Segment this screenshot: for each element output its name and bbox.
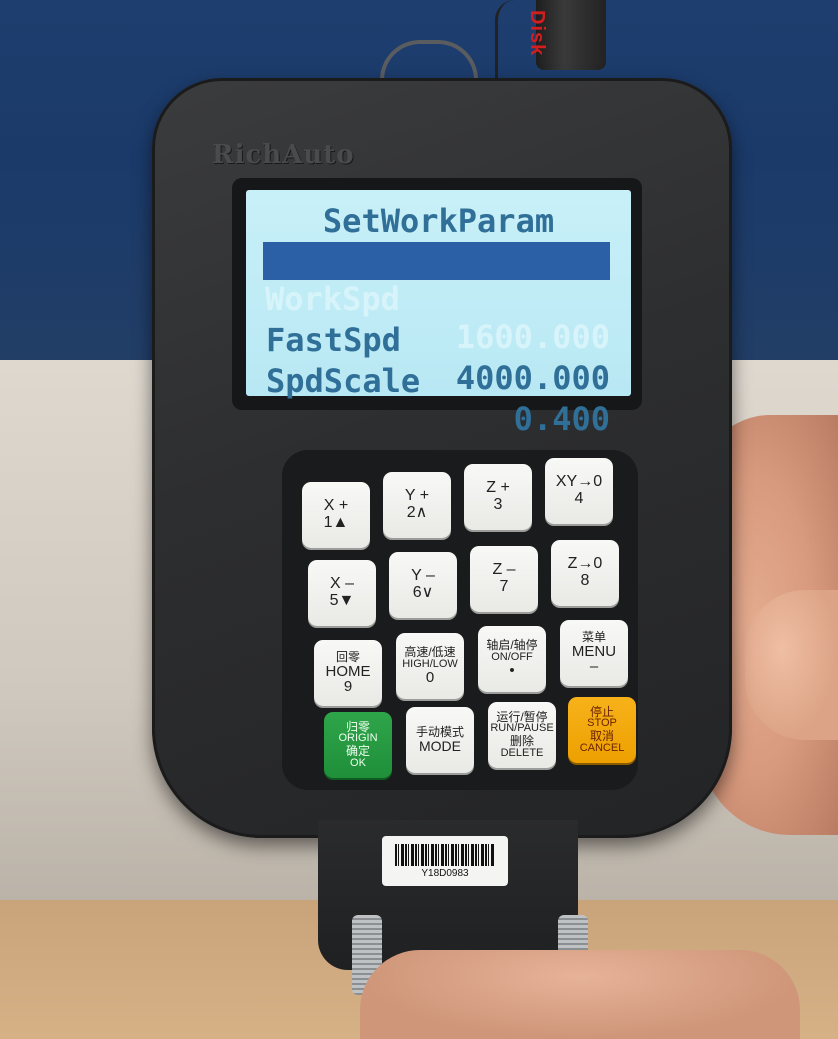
high-low-key[interactable]: 高速/低速 HIGH/LOW 0 xyxy=(396,633,464,699)
z-zero-key[interactable]: Z→0 8 xyxy=(551,540,619,606)
key-label: Y – xyxy=(411,567,435,585)
key-label: 确定 xyxy=(345,744,370,758)
key-label: 7 xyxy=(499,578,509,595)
key-label: X + xyxy=(323,497,349,515)
key-label: HOME xyxy=(325,662,371,680)
usb-label: Disk xyxy=(526,10,548,57)
brand-logo: RichAuto xyxy=(212,140,355,170)
lcd-row-value: 0.400 xyxy=(513,400,610,438)
mode-key[interactable]: 手动模式 MODE xyxy=(406,707,474,773)
key-label: XY→0 xyxy=(555,473,603,491)
key-label: 8 xyxy=(580,572,590,589)
key-label: 3 xyxy=(493,496,503,513)
on-off-key[interactable]: 轴启/轴停 ON/OFF • xyxy=(478,626,546,692)
key-label: 菜单 xyxy=(581,629,606,644)
lcd-title: SetWorkParam xyxy=(322,202,555,240)
barcode-sticker: Y18D0983 xyxy=(382,836,508,886)
stop-cancel-key[interactable]: 停止 STOP 取消 CANCEL xyxy=(568,697,636,763)
key-label: 取消 xyxy=(589,729,614,743)
home-key[interactable]: 回零 HOME 9 xyxy=(314,640,382,706)
key-label: 5▼ xyxy=(329,592,355,609)
key-label: Z – xyxy=(492,561,516,579)
run-pause-delete-key[interactable]: 运行/暂停 RUN/PAUSE 删除 DELETE xyxy=(488,702,556,768)
key-label: Z + xyxy=(486,479,510,497)
key-label: MODE xyxy=(419,737,461,754)
barcode-text: Y18D0983 xyxy=(421,868,469,879)
key-label: 回零 xyxy=(335,649,360,664)
lcd-row-label: SpdScale xyxy=(266,362,421,400)
x-plus-key[interactable]: X + 1▲ xyxy=(302,482,370,548)
menu-key[interactable]: 菜单 MENU – xyxy=(560,620,628,686)
key-label: Y + xyxy=(404,487,430,505)
key-label: 6∨ xyxy=(412,584,434,601)
key-label: OK xyxy=(350,756,366,769)
z-plus-key[interactable]: Z + 3 xyxy=(464,464,532,530)
x-minus-key[interactable]: X – 5▼ xyxy=(308,560,376,626)
lcd-row-spdscale: SpdScale 0.400 xyxy=(264,324,610,438)
key-label: – xyxy=(589,658,599,676)
key-label: 9 xyxy=(343,678,353,696)
barcode-bars xyxy=(395,844,495,866)
lcd-screen: SetWorkParam WorkSpd 1600.000 FastSpd 40… xyxy=(246,190,631,438)
key-label: CANCEL xyxy=(579,741,625,754)
usb-cable xyxy=(495,0,528,90)
key-label: Z→0 xyxy=(567,555,603,573)
key-label: MENU xyxy=(571,642,617,660)
y-plus-key[interactable]: Y + 2∧ xyxy=(383,472,451,538)
key-label: 2∧ xyxy=(406,504,428,521)
key-label: 4 xyxy=(574,490,584,507)
lcd-row-workspd: WorkSpd 1600.000 xyxy=(263,242,610,356)
key-label: 轴启/轴停 xyxy=(486,638,538,653)
y-minus-key[interactable]: Y – 6∨ xyxy=(389,552,457,618)
key-label: 1▲ xyxy=(323,514,349,531)
lcd-row-fastspd: FastSpd 4000.000 xyxy=(264,283,610,397)
bottom-hand xyxy=(360,950,800,1039)
key-label: • xyxy=(509,662,515,680)
key-label: DELETE xyxy=(500,746,544,759)
key-label: 删除 xyxy=(509,734,534,748)
xy-zero-key[interactable]: XY→0 4 xyxy=(545,458,613,524)
thumb xyxy=(745,590,838,740)
lcd-row-value: 4000.000 xyxy=(455,359,610,397)
origin-ok-key[interactable]: 归零 ORIGIN 确定 OK xyxy=(324,712,392,778)
key-label: 0 xyxy=(425,669,435,687)
key-label: X – xyxy=(329,575,354,593)
z-minus-key[interactable]: Z – 7 xyxy=(470,546,538,612)
key-label: 高速/低速 xyxy=(404,645,456,660)
